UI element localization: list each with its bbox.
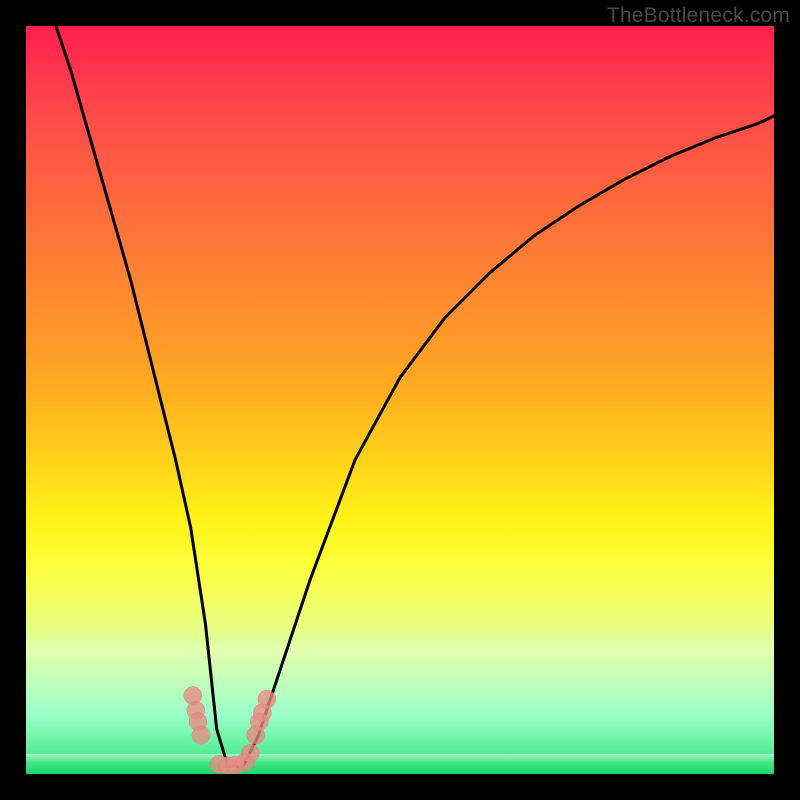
curve-layer [26,26,774,774]
chart-frame: TheBottleneck.com [0,0,800,800]
plot-area [26,26,774,774]
bottleneck-curve [56,26,774,767]
watermark-text: TheBottleneck.com [607,4,790,28]
curve-markers [184,687,276,775]
